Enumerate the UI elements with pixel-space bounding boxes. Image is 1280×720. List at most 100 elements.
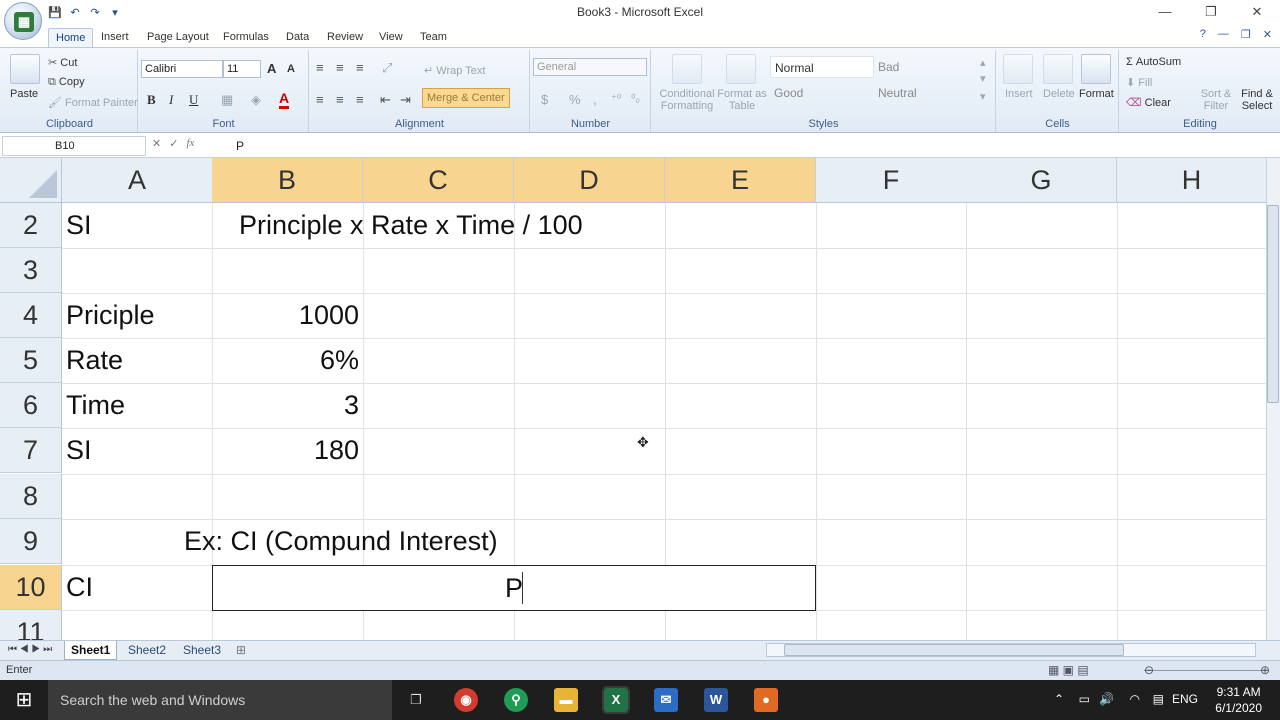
format-as-table-button[interactable]: Format as Table — [716, 88, 768, 112]
battery-icon[interactable]: ▭ — [1079, 692, 1090, 706]
top-align-icon[interactable]: ≡ — [316, 60, 324, 75]
tab-page-layout[interactable]: Page Layout — [140, 28, 216, 48]
word-icon[interactable]: W — [704, 688, 728, 712]
column-header-d[interactable]: D — [514, 158, 665, 203]
increase-indent-icon[interactable]: ⇥ — [400, 92, 411, 108]
ribbon-restore-icon[interactable]: ❐ — [1241, 28, 1251, 41]
select-all-corner[interactable] — [0, 158, 62, 203]
style-normal[interactable]: Normal — [770, 56, 874, 78]
selected-merged-cell-b10[interactable]: P — [212, 565, 816, 611]
cell-a4[interactable]: Priciple — [66, 293, 155, 338]
column-header-h[interactable]: H — [1117, 158, 1266, 203]
cell-a2[interactable]: SI — [66, 203, 92, 248]
cell-b4[interactable]: 1000 — [212, 293, 359, 338]
wifi-icon[interactable]: ◠ — [1130, 692, 1140, 706]
maps-app-icon[interactable]: ⚲ — [504, 688, 528, 712]
clear-button[interactable]: ⌫ Clear — [1126, 96, 1171, 109]
formula-input[interactable]: P — [236, 139, 244, 153]
confirm-entry-icon[interactable]: ✓ — [169, 137, 178, 150]
delete-cells-button[interactable]: Delete — [1043, 88, 1075, 100]
currency-button[interactable]: $ — [541, 92, 548, 107]
tab-data[interactable]: Data — [279, 28, 316, 48]
paste-button[interactable]: Paste — [10, 88, 38, 100]
format-as-table-icon[interactable] — [726, 54, 756, 84]
insert-cells-icon[interactable] — [1003, 54, 1033, 84]
column-header-e[interactable]: E — [665, 158, 816, 203]
office-button[interactable]: ▦ — [4, 2, 42, 40]
column-header-g[interactable]: G — [966, 158, 1117, 203]
insert-function-button[interactable]: fx — [186, 137, 194, 150]
zoom-in-icon[interactable]: ⊕ — [1260, 663, 1270, 677]
sheet-tab-sheet2[interactable]: Sheet2 — [122, 641, 172, 660]
row-header-4[interactable]: 4 — [0, 293, 62, 338]
recorder-app-icon[interactable]: ● — [754, 688, 778, 712]
row-header-8[interactable]: 8 — [0, 474, 62, 519]
taskbar-search[interactable]: Search the web and Windows — [48, 680, 392, 720]
vertical-scroll-thumb[interactable] — [1267, 205, 1279, 403]
find-select-button[interactable]: Find & Select — [1236, 88, 1278, 112]
align-left-icon[interactable]: ≡ — [316, 92, 324, 107]
align-right-icon[interactable]: ≡ — [356, 92, 364, 107]
percent-button[interactable]: % — [569, 92, 581, 107]
align-center-icon[interactable]: ≡ — [336, 92, 344, 107]
tab-insert[interactable]: Insert — [94, 28, 136, 48]
orientation-icon[interactable]: ⤢ — [382, 60, 392, 76]
cell-a7[interactable]: SI — [66, 428, 92, 473]
ribbon-minimize-icon[interactable]: — — [1218, 28, 1229, 41]
sheet-tab-sheet3[interactable]: Sheet3 — [177, 641, 227, 660]
italic-button[interactable]: I — [169, 92, 173, 108]
sheet-tab-sheet1[interactable]: Sheet1 — [64, 641, 118, 660]
task-view-icon[interactable]: ❐ — [404, 688, 428, 712]
insert-sheet-icon[interactable]: ⊞ — [230, 641, 252, 660]
sheet-nav-arrows-icon[interactable]: ⏮ ◀ ▶ ⏭ — [2, 641, 58, 660]
tab-team[interactable]: Team — [413, 28, 454, 48]
column-header-b[interactable]: B — [212, 158, 363, 203]
middle-align-icon[interactable]: ≡ — [336, 60, 344, 75]
notifications-icon[interactable]: ▤ — [1153, 692, 1164, 706]
copy-button[interactable]: ⧉ Copy — [48, 76, 85, 89]
insert-cells-button[interactable]: Insert — [1005, 88, 1033, 100]
cell-b9[interactable]: Ex: CI (Compund Interest) — [184, 519, 498, 564]
row-header-3[interactable]: 3 — [0, 248, 62, 293]
tab-review[interactable]: Review — [320, 28, 370, 48]
zoom-out-icon[interactable]: ⊖ — [1144, 663, 1154, 677]
styles-scroll-up-icon[interactable]: ▴ — [980, 56, 986, 69]
grow-font-icon[interactable]: A — [267, 61, 276, 76]
tray-chevron-icon[interactable]: ⌃ — [1054, 692, 1064, 706]
underline-button[interactable]: U — [189, 92, 198, 108]
tab-formulas[interactable]: Formulas — [216, 28, 276, 48]
row-header-2[interactable]: 2 — [0, 203, 62, 248]
row-header-10[interactable]: 10 — [0, 565, 62, 610]
shrink-font-icon[interactable]: A — [287, 63, 295, 75]
bold-button[interactable]: B — [147, 92, 156, 108]
cell-a5[interactable]: Rate — [66, 338, 123, 383]
paste-icon[interactable] — [10, 54, 40, 84]
format-cells-icon[interactable] — [1081, 54, 1111, 84]
styles-scroll-down-icon[interactable]: ▾ — [980, 72, 986, 85]
volume-icon[interactable]: 🔊 — [1099, 692, 1114, 706]
increase-decimal-icon[interactable]: ⁺⁰ — [611, 92, 621, 105]
cancel-entry-icon[interactable]: ✕ — [152, 137, 161, 150]
column-header-f[interactable]: F — [816, 158, 967, 203]
view-buttons-icon[interactable]: ▦ ▣ ▤ — [1048, 663, 1089, 677]
spreadsheet-grid[interactable]: A B C D E F G H 2 3 4 5 6 7 8 9 10 11 SI… — [0, 158, 1266, 640]
minimize-icon[interactable]: — — [1142, 0, 1188, 24]
delete-cells-icon[interactable] — [1043, 54, 1073, 84]
tab-home[interactable]: Home — [48, 28, 94, 48]
close-icon[interactable]: ✕ — [1234, 0, 1280, 24]
cell-b5[interactable]: 6% — [212, 338, 359, 383]
bottom-align-icon[interactable]: ≡ — [356, 60, 364, 75]
number-format-select[interactable]: General — [533, 58, 647, 76]
chrome-icon[interactable]: ◉ — [454, 688, 478, 712]
decrease-decimal-icon[interactable]: ⁰₀ — [631, 92, 640, 105]
decrease-indent-icon[interactable]: ⇤ — [380, 92, 391, 108]
font-name-select[interactable]: Calibri — [141, 60, 223, 78]
tab-view[interactable]: View — [372, 28, 410, 48]
format-cells-button[interactable]: Format — [1079, 88, 1114, 100]
zoom-slider[interactable] — [1144, 670, 1268, 671]
taskbar-clock[interactable]: 9:31 AM 6/1/2020 — [1215, 684, 1262, 716]
comma-button[interactable]: , — [593, 92, 597, 107]
row-header-5[interactable]: 5 — [0, 338, 62, 383]
merge-center-button[interactable]: Merge & Center — [422, 88, 510, 108]
style-bad[interactable]: Bad — [874, 56, 978, 78]
